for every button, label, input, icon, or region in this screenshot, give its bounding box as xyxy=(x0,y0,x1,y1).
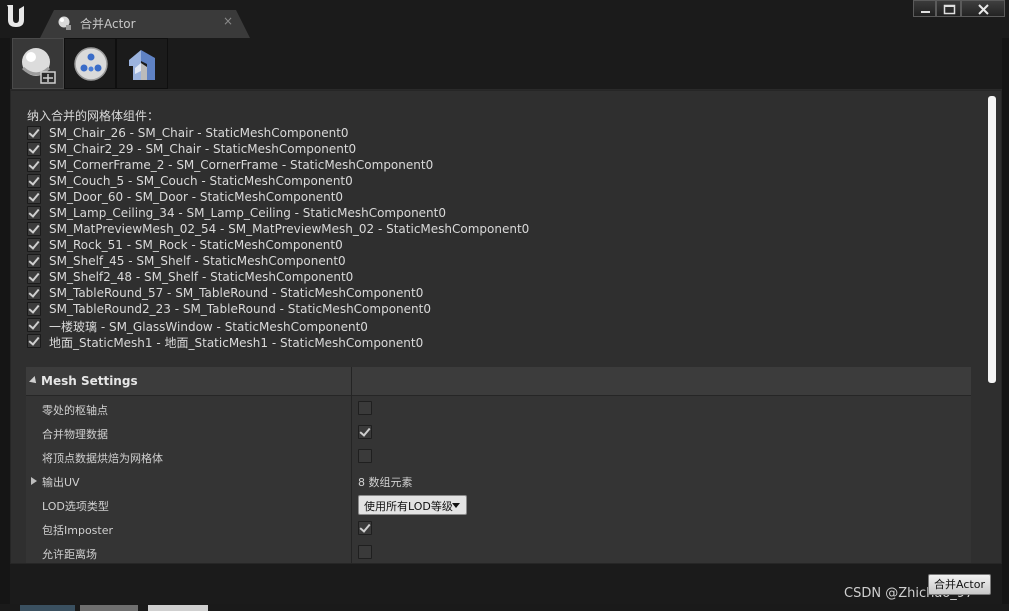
property-name: 输出UV xyxy=(42,476,80,489)
list-item[interactable]: SM_Chair_26 - SM_Chair - StaticMeshCompo… xyxy=(27,125,647,141)
proxy-geometry-icon xyxy=(129,50,155,80)
component-label: SM_Couch_5 - SM_Couch - StaticMeshCompon… xyxy=(49,174,353,188)
component-label: SM_CornerFrame_2 - SM_CornerFrame - Stat… xyxy=(49,158,434,172)
component-checkbox[interactable] xyxy=(27,286,41,300)
component-checkbox[interactable] xyxy=(27,158,41,172)
components-heading: 纳入合并的网格体组件： xyxy=(27,109,160,123)
proxy-geometry-mode-button[interactable] xyxy=(116,38,168,89)
taskbar-strip xyxy=(0,604,1009,611)
list-item[interactable]: SM_TableRound2_23 - SM_TableRound - Stat… xyxy=(27,301,647,317)
property-checkbox[interactable] xyxy=(358,401,372,415)
list-item[interactable]: 地面_StaticMesh1 - 地面_StaticMesh1 - Static… xyxy=(27,333,647,350)
list-item[interactable]: SM_Lamp_Ceiling_34 - SM_Lamp_Ceiling - S… xyxy=(27,205,647,221)
mode-toolbar xyxy=(10,38,1002,90)
merge-actors-mode-button[interactable] xyxy=(12,38,64,89)
component-label: SM_Shelf_45 - SM_Shelf - StaticMeshCompo… xyxy=(49,254,346,268)
property-row: 将顶点数据烘焙为网格体 xyxy=(26,445,971,469)
lod-type-dropdown[interactable]: 使用所有LOD等级 xyxy=(358,495,467,515)
window-close-button[interactable] xyxy=(961,0,1005,17)
unreal-logo-icon xyxy=(7,5,24,27)
scrollbar-thumb[interactable] xyxy=(988,96,996,383)
close-icon[interactable]: × xyxy=(221,14,235,28)
list-item[interactable]: SM_Couch_5 - SM_Couch - StaticMeshCompon… xyxy=(27,173,647,189)
component-checkbox[interactable] xyxy=(27,238,41,252)
close-x-icon xyxy=(978,4,989,15)
merge-actors-icon xyxy=(21,48,56,84)
chevron-down-icon xyxy=(452,503,460,508)
list-item[interactable]: SM_Shelf_45 - SM_Shelf - StaticMeshCompo… xyxy=(27,253,647,269)
component-label: SM_Door_60 - SM_Door - StaticMeshCompone… xyxy=(49,190,344,204)
footer-bar: CSDN @Zhichao_97 合并Actor xyxy=(10,564,1002,604)
mesh-settings-header[interactable]: Mesh Settings xyxy=(26,367,971,396)
mesh-component-list: SM_Chair_26 - SM_Chair - StaticMeshCompo… xyxy=(27,125,647,350)
vertical-scrollbar[interactable] xyxy=(988,96,996,558)
component-checkbox[interactable] xyxy=(27,142,41,156)
component-checkbox[interactable] xyxy=(27,190,41,204)
property-name: 将顶点数据烘焙为网格体 xyxy=(42,452,163,465)
mesh-settings-body: 零处的枢轴点 合并物理数据将顶点数据烘焙为网格体 输出UV 8 数组元素 LOD选项类型… xyxy=(26,396,971,563)
component-label: SM_Rock_51 - SM_Rock - StaticMeshCompone… xyxy=(49,238,343,252)
component-checkbox[interactable] xyxy=(27,318,41,332)
component-checkbox[interactable] xyxy=(27,206,41,220)
dropdown-value: 使用所有LOD等级 xyxy=(364,500,453,513)
expand-arrow-icon[interactable] xyxy=(31,477,37,485)
merge-actors-tab-icon xyxy=(58,16,71,30)
list-item[interactable]: SM_CornerFrame_2 - SM_CornerFrame - Stat… xyxy=(27,157,647,173)
list-item[interactable]: SM_TableRound_57 - SM_TableRound - Stati… xyxy=(27,285,647,301)
component-checkbox[interactable] xyxy=(27,334,41,348)
array-count-text: 8 数组元素 xyxy=(358,476,413,489)
harvest-geometry-mode-button[interactable] xyxy=(64,38,116,89)
maximize-icon xyxy=(943,4,956,15)
list-item[interactable]: SM_Door_60 - SM_Door - StaticMeshCompone… xyxy=(27,189,647,205)
property-checkbox[interactable] xyxy=(358,449,372,463)
property-row: LOD选项类型 使用所有LOD等级 xyxy=(26,493,971,517)
component-label: SM_Chair2_29 - SM_Chair - StaticMeshComp… xyxy=(49,142,357,156)
property-checkbox[interactable] xyxy=(358,521,372,535)
component-label: SM_MatPreviewMesh_02_54 - SM_MatPreviewM… xyxy=(49,222,530,236)
component-checkbox[interactable] xyxy=(27,174,41,188)
tab-merge-actors[interactable]: 合并Actor × xyxy=(40,10,250,38)
maximize-button[interactable] xyxy=(936,0,961,17)
property-checkbox[interactable] xyxy=(358,425,372,439)
merge-actors-button[interactable]: 合并Actor xyxy=(928,574,991,595)
minimize-icon xyxy=(921,11,930,13)
mesh-settings-section: Mesh Settings 零处的枢轴点 合并物理数据 将顶点数据烘焙为网格体 输出U… xyxy=(26,367,971,563)
title-bar: 合并Actor × xyxy=(0,0,1009,38)
list-item[interactable]: SM_Shelf2_48 - SM_Shelf - StaticMeshComp… xyxy=(27,269,647,285)
minimize-button[interactable] xyxy=(913,0,936,17)
component-label: SM_Chair_26 - SM_Chair - StaticMeshCompo… xyxy=(49,126,349,140)
component-checkbox[interactable] xyxy=(27,222,41,236)
list-item[interactable]: SM_Chair2_29 - SM_Chair - StaticMeshComp… xyxy=(27,141,647,157)
component-label: SM_TableRound_57 - SM_TableRound - Stati… xyxy=(49,286,424,300)
property-name: 允许距离场 xyxy=(42,548,97,561)
component-label: SM_Shelf2_48 - SM_Shelf - StaticMeshComp… xyxy=(49,270,354,284)
component-label: 地面_StaticMesh1 - 地面_StaticMesh1 - Static… xyxy=(49,336,424,350)
component-checkbox[interactable] xyxy=(27,126,41,140)
property-column-divider[interactable] xyxy=(351,367,352,563)
list-item[interactable]: SM_MatPreviewMesh_02_54 - SM_MatPreviewM… xyxy=(27,221,647,237)
component-checkbox[interactable] xyxy=(27,254,41,268)
property-name: 包括Imposter xyxy=(42,524,114,537)
component-label: SM_Lamp_Ceiling_34 - SM_Lamp_Ceiling - S… xyxy=(49,206,447,220)
property-checkbox[interactable] xyxy=(358,545,372,559)
list-item[interactable]: SM_Rock_51 - SM_Rock - StaticMeshCompone… xyxy=(27,237,647,253)
property-name: 零处的枢轴点 xyxy=(42,404,108,417)
harvest-geometry-icon xyxy=(74,47,108,81)
property-row: 输出UV 8 数组元素 xyxy=(26,469,971,493)
list-item[interactable]: 一楼玻璃 - SM_GlassWindow - StaticMeshCompon… xyxy=(27,317,647,334)
component-checkbox[interactable] xyxy=(27,302,41,316)
component-label: SM_TableRound2_23 - SM_TableRound - Stat… xyxy=(49,302,431,316)
property-row: 合并物理数据 xyxy=(26,421,971,445)
property-name: 合并物理数据 xyxy=(42,428,108,441)
component-checkbox[interactable] xyxy=(27,270,41,284)
property-row: 零处的枢轴点 xyxy=(26,397,971,421)
mesh-settings-title: Mesh Settings xyxy=(41,374,138,388)
property-row: 包括Imposter xyxy=(26,517,971,541)
collapse-arrow-icon[interactable] xyxy=(29,376,39,386)
property-name: LOD选项类型 xyxy=(42,500,109,513)
merge-options-panel: 纳入合并的网格体组件： SM_Chair_26 - SM_Chair - Sta… xyxy=(10,90,1002,564)
tab-title: 合并Actor xyxy=(80,17,136,31)
property-row: 允许距离场 xyxy=(26,541,971,563)
